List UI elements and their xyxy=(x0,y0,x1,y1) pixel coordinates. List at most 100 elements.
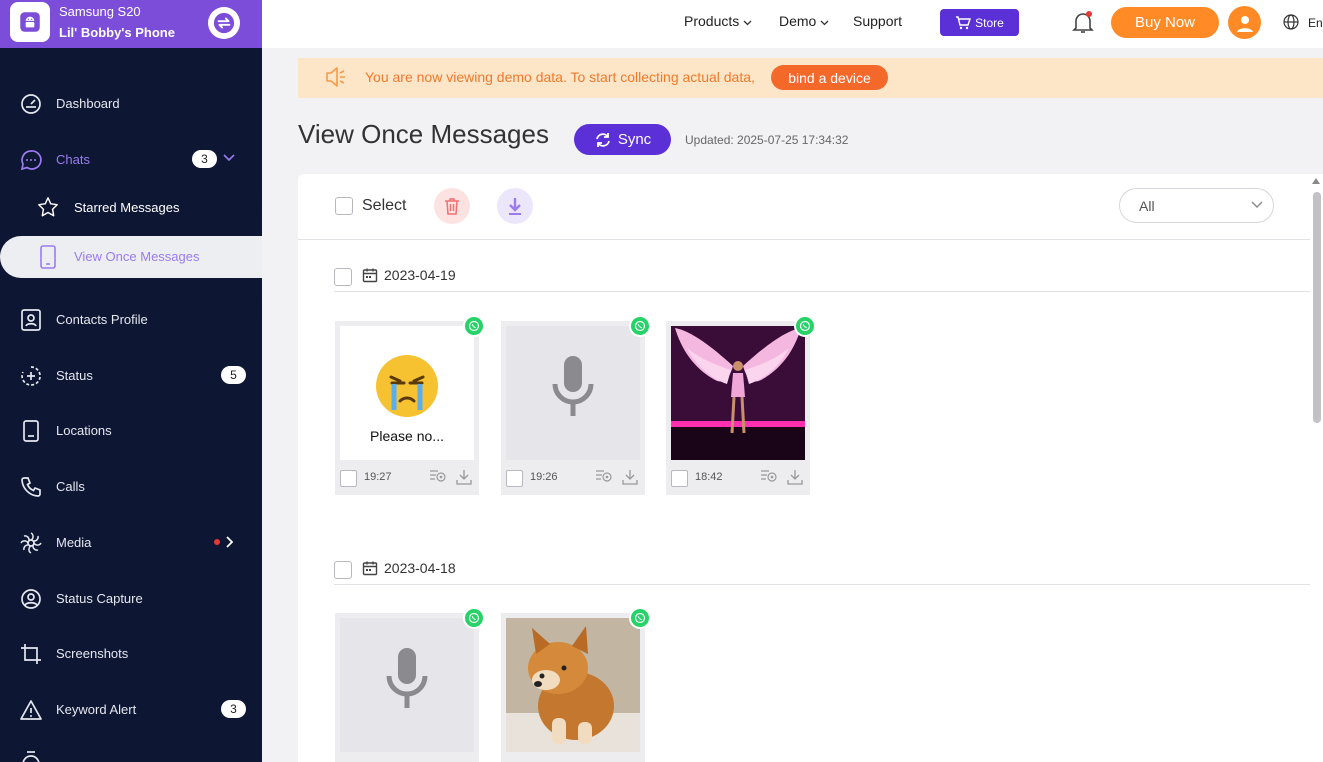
message-tile[interactable] xyxy=(335,607,485,762)
download-icon[interactable] xyxy=(787,469,803,485)
crying-face-icon xyxy=(376,355,438,417)
filter-value: All xyxy=(1139,198,1155,214)
sync-button[interactable]: Sync xyxy=(574,124,671,155)
sidebar-item-label: Contacts Profile xyxy=(56,311,148,327)
locate-icon[interactable] xyxy=(429,469,447,485)
delete-button[interactable] xyxy=(434,188,470,224)
sidebar-item-label: View Once Messages xyxy=(74,249,200,264)
sidebar-item-label: Dashboard xyxy=(56,95,120,111)
message-time: 18:42 xyxy=(695,471,723,483)
microphone-icon xyxy=(552,356,594,416)
last-updated: Updated: 2025-07-25 17:34:32 xyxy=(685,133,849,147)
sidebar-item-label: Chats xyxy=(56,151,90,167)
language-selector[interactable]: En xyxy=(1308,16,1323,30)
sidebar-item-media[interactable]: Media xyxy=(0,522,262,562)
locate-icon[interactable] xyxy=(760,469,778,485)
alert-icon xyxy=(20,700,42,720)
sidebar-item-keyword-alert[interactable]: Keyword Alert 3 xyxy=(0,689,262,729)
user-icon xyxy=(1236,15,1253,32)
select-all-checkbox[interactable] xyxy=(335,197,353,215)
locate-icon[interactable] xyxy=(595,469,613,485)
item-checkbox[interactable] xyxy=(506,470,523,487)
sidebar: Samsung S20 Lil' Bobby's Phone Dashboard… xyxy=(0,0,262,762)
date-group-header: 2023-04-19 xyxy=(334,264,1310,292)
new-media-dot xyxy=(214,539,220,545)
store-button[interactable]: Store xyxy=(940,9,1019,36)
sidebar-item-contacts[interactable]: Contacts Profile xyxy=(0,299,262,339)
sidebar-item-status[interactable]: Status 5 xyxy=(0,355,262,395)
message-tile[interactable] xyxy=(501,607,651,762)
phone-icon xyxy=(40,245,56,269)
audio-thumbnail xyxy=(340,618,474,752)
status-icon xyxy=(21,366,41,386)
store-label: Store xyxy=(975,15,1004,30)
scroll-up-arrow[interactable] xyxy=(1312,178,1320,184)
date-group-header: 2023-04-18 xyxy=(334,557,1310,585)
demo-banner: You are now viewing demo data. To start … xyxy=(298,58,1323,98)
download-button[interactable] xyxy=(497,188,533,224)
phone-call-icon xyxy=(21,477,41,497)
whatsapp-icon xyxy=(629,315,651,337)
sidebar-item-label: Status xyxy=(56,367,93,383)
nav-support[interactable]: Support xyxy=(853,13,902,29)
message-time: 19:26 xyxy=(530,471,558,483)
message-tile[interactable]: 19:26 xyxy=(501,315,651,495)
sidebar-item-starred[interactable]: Starred Messages xyxy=(0,186,262,236)
download-icon[interactable] xyxy=(456,469,472,485)
crop-icon xyxy=(21,644,41,664)
sidebar-item-status-capture[interactable]: Status Capture xyxy=(0,578,262,618)
sidebar-item-dashboard[interactable]: Dashboard xyxy=(0,83,262,123)
page-title: View Once Messages xyxy=(298,119,549,149)
item-checkbox[interactable] xyxy=(340,470,357,487)
sidebar-item-label: Calls xyxy=(56,478,85,494)
bell-icon[interactable] xyxy=(1072,10,1094,34)
message-tile[interactable]: Please no... 19:27 xyxy=(335,315,485,495)
group-checkbox[interactable] xyxy=(334,561,352,579)
globe-icon[interactable] xyxy=(1283,14,1299,30)
nav-demo[interactable]: Demo xyxy=(779,13,829,29)
item-checkbox[interactable] xyxy=(671,470,688,487)
message-time: 19:27 xyxy=(364,471,392,483)
buy-now-button[interactable]: Buy Now xyxy=(1111,7,1219,38)
whatsapp-icon xyxy=(463,315,485,337)
status-capture-icon xyxy=(21,589,41,609)
type-filter-select[interactable]: All xyxy=(1119,188,1274,223)
message-tile[interactable]: 18:42 xyxy=(666,315,816,495)
sidebar-item-label: Starred Messages xyxy=(74,200,180,215)
group-checkbox[interactable] xyxy=(334,268,352,286)
avatar[interactable] xyxy=(1228,6,1261,39)
microphone-icon xyxy=(386,648,428,708)
calendar-icon xyxy=(362,561,378,576)
sidebar-item-view-once[interactable]: View Once Messages xyxy=(0,236,262,278)
keyword-alert-badge: 3 xyxy=(221,700,246,718)
sidebar-item-calls[interactable]: Calls xyxy=(0,466,262,506)
whatsapp-icon xyxy=(463,607,485,629)
sync-label: Sync xyxy=(617,131,652,148)
nav-products[interactable]: Products xyxy=(684,13,752,29)
sidebar-item-locations[interactable]: Locations xyxy=(0,410,262,450)
puppy-photo xyxy=(506,618,640,752)
bind-device-button[interactable]: bind a device xyxy=(771,65,888,90)
speaker-icon xyxy=(326,67,345,87)
status-count-badge: 5 xyxy=(221,366,246,384)
photo-thumbnail xyxy=(506,618,640,752)
audio-thumbnail xyxy=(506,326,640,460)
star-icon xyxy=(38,197,58,217)
divider xyxy=(298,239,1310,240)
select-label: Select xyxy=(362,197,407,214)
chat-icon xyxy=(20,150,42,171)
sidebar-item-label: Status Capture xyxy=(56,590,143,606)
sidebar-item-chats[interactable]: Chats 3 xyxy=(0,139,262,179)
download-icon xyxy=(509,198,521,215)
scrollbar-thumb[interactable] xyxy=(1313,192,1321,423)
timer-icon xyxy=(22,751,40,762)
dashboard-icon xyxy=(21,94,41,114)
switch-device-icon[interactable] xyxy=(208,7,240,39)
cart-icon xyxy=(956,15,972,29)
sidebar-item-screenshots[interactable]: Screenshots xyxy=(0,633,262,673)
download-icon[interactable] xyxy=(622,469,638,485)
sticker-caption: Please no... xyxy=(370,428,444,444)
chevron-down-icon xyxy=(223,154,235,162)
group-date: 2023-04-18 xyxy=(384,560,456,576)
sidebar-item-label: Keyword Alert xyxy=(56,701,137,717)
